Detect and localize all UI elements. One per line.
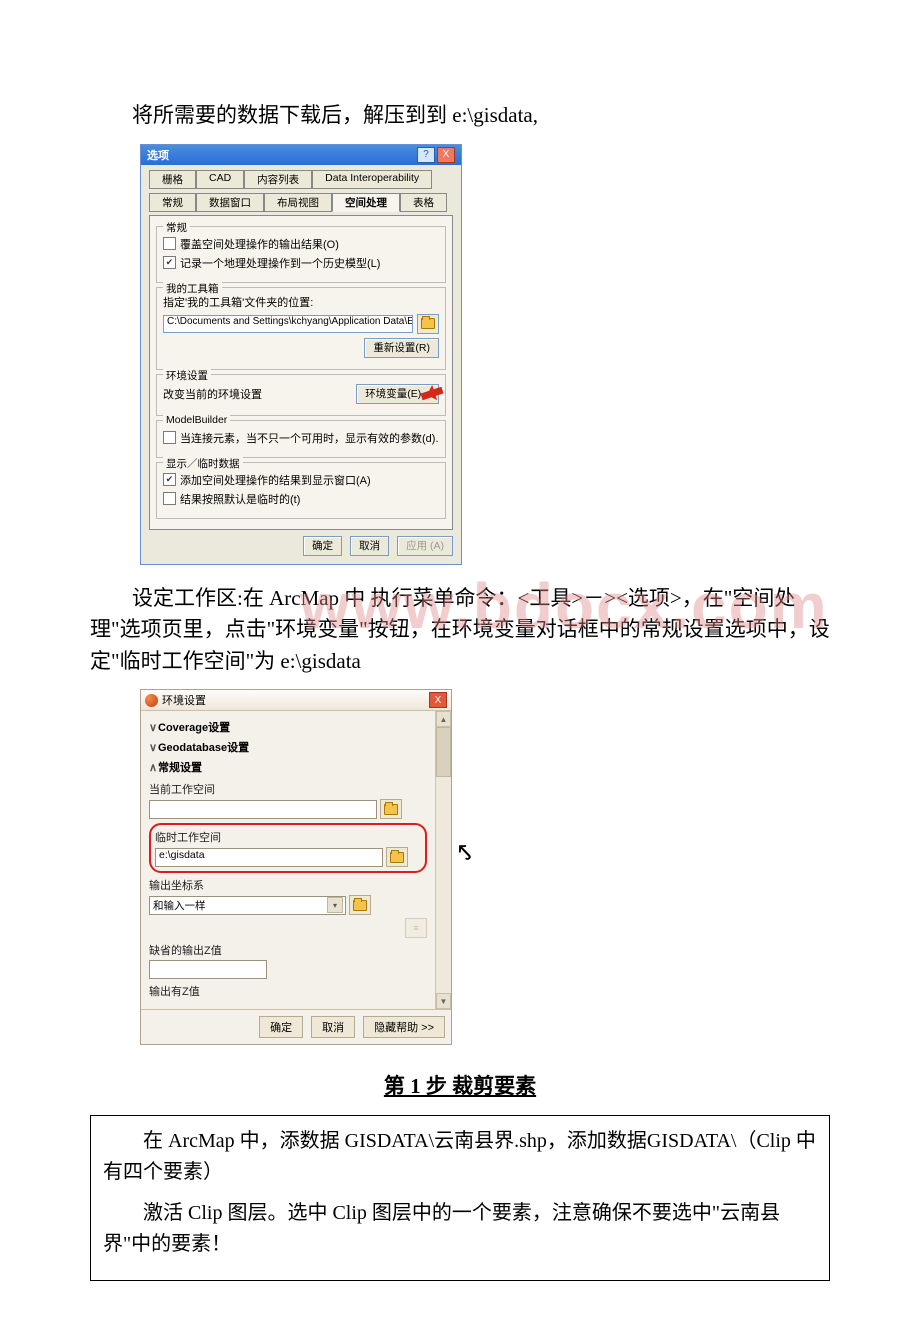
browse-coord-button[interactable] — [349, 895, 371, 915]
toolbox-path-input[interactable]: C:\Documents and Settings\kchyang\Applic… — [163, 315, 413, 333]
dialog2-buttons: 确定 取消 隐藏帮助 >> — [141, 1009, 451, 1044]
scroll-up-icon[interactable]: ▲ — [436, 711, 451, 727]
scroll-down-icon[interactable]: ▼ — [436, 993, 451, 1009]
reset-button[interactable]: 重新设置(R) — [364, 338, 439, 358]
scroll-track[interactable] — [436, 777, 451, 993]
chevron-up-icon: ∧ — [149, 761, 158, 774]
tab-cad[interactable]: CAD — [196, 170, 244, 189]
output-coord-select[interactable]: 和输入一样▾ — [149, 896, 346, 915]
label-output-coord: 输出坐标系 — [149, 877, 427, 893]
folder-icon — [384, 804, 398, 815]
browse-temp-button[interactable] — [386, 847, 408, 867]
folder-icon — [421, 318, 435, 329]
dialog1-titlebar: 选项 ? X — [141, 145, 461, 165]
box-paragraph-2: 激活 Clip 图层。选中 Clip 图层中的一个要素，注意确保不要选中"云南县… — [103, 1198, 817, 1260]
checkbox-add-display-label: 添加空间处理操作的结果到显示窗口(A) — [180, 472, 371, 488]
checkbox-overwrite[interactable] — [163, 237, 176, 250]
label-current-workspace: 当前工作空间 — [149, 781, 427, 797]
group-env-label: 环境设置 — [163, 368, 211, 383]
temp-workspace-input[interactable]: e:\gisdata — [155, 848, 383, 867]
tab-content-area: 常规 覆盖空间处理操作的输出结果(O) 记录一个地理处理操作到一个历史模型(L)… — [149, 215, 453, 530]
tab-tables[interactable]: 表格 — [400, 193, 447, 212]
browse-current-button[interactable] — [380, 799, 402, 819]
vertical-scrollbar[interactable]: ▲ ▼ — [435, 711, 451, 1009]
tab-layout[interactable]: 布局视图 — [264, 193, 332, 212]
temp-workspace-highlight: 临时工作空间 e:\gisdata — [149, 823, 427, 873]
instructions-box: 在 ArcMap 中，添数据 GISDATA\云南县界.shp，添加数据GISD… — [90, 1115, 830, 1281]
browse-folder-button[interactable] — [417, 314, 439, 334]
group-general: 常规 覆盖空间处理操作的输出结果(O) 记录一个地理处理操作到一个历史模型(L) — [156, 226, 446, 283]
coord-extra-button: ≡ — [405, 918, 427, 938]
tab-data-window[interactable]: 数据窗口 — [196, 193, 264, 212]
group-toolbox: 我的工具箱 指定'我的工具箱'文件夹的位置: C:\Documents and … — [156, 287, 446, 370]
checkbox-overwrite-label: 覆盖空间处理操作的输出结果(O) — [180, 236, 339, 252]
dialog2-title: 环境设置 — [162, 692, 206, 708]
close-icon[interactable]: X — [437, 147, 455, 163]
tab-interop[interactable]: Data Interoperability — [312, 170, 432, 189]
settings-panel: ∨Coverage设置 ∨Geodatabase设置 ∧常规设置 当前工作空间 … — [141, 711, 435, 1009]
ok-button[interactable]: 确定 — [259, 1016, 303, 1038]
checkbox-default-temp-label: 结果按照默认是临时的(t) — [180, 491, 300, 507]
folder-icon — [353, 900, 367, 911]
globe-icon — [145, 694, 158, 707]
group-temp: 显示／临时数据 添加空间处理操作的结果到显示窗口(A) 结果按照默认是临时的(t… — [156, 462, 446, 519]
tab-content[interactable]: 内容列表 — [244, 170, 312, 189]
group-env: 环境设置 改变当前的环境设置 环境变量(E)... — [156, 374, 446, 416]
folder-icon — [390, 852, 404, 863]
accordion-general[interactable]: ∧常规设置 — [149, 757, 427, 777]
dialog1-buttons: 确定 取消 应用 (A) — [149, 536, 453, 556]
hide-help-button[interactable]: 隐藏帮助 >> — [363, 1016, 445, 1038]
help-icon[interactable]: ? — [417, 147, 435, 163]
group-temp-label: 显示／临时数据 — [163, 456, 243, 471]
accordion-coverage[interactable]: ∨Coverage设置 — [149, 717, 427, 737]
group-modelbuilder-label: ModelBuilder — [163, 414, 230, 426]
cancel-button[interactable]: 取消 — [311, 1016, 355, 1038]
chevron-down-icon: ∨ — [149, 721, 158, 734]
annotation-bracket: ⤣ — [459, 840, 471, 866]
tab-general[interactable]: 常规 — [149, 193, 196, 212]
checkbox-log-history[interactable] — [163, 256, 176, 269]
label-has-z: 输出有Z值 — [149, 983, 427, 999]
cancel-button[interactable]: 取消 — [350, 536, 389, 556]
toolbox-hint: 指定'我的工具箱'文件夹的位置: — [163, 294, 439, 310]
step-title: 第 1 步 裁剪要素 — [90, 1071, 830, 1103]
ok-button[interactable]: 确定 — [303, 536, 342, 556]
checkbox-model-label: 当连接元素，当不只一个可用时，显示有效的参数(d). — [180, 430, 439, 446]
options-dialog: 选项 ? X 栅格 CAD 内容列表 Data Interoperability… — [140, 144, 462, 565]
tab-row-2: 常规 数据窗口 布局视图 空间处理 表格 — [149, 192, 453, 211]
environment-settings-dialog: 环境设置 X ∨Coverage设置 ∨Geodatabase设置 ∧常规设置 … — [140, 689, 452, 1045]
red-arrow-annotation — [421, 382, 461, 406]
chevron-down-icon: ▾ — [327, 897, 343, 913]
box-paragraph-1: 在 ArcMap 中，添数据 GISDATA\云南县界.shp，添加数据GISD… — [103, 1126, 817, 1188]
group-general-label: 常规 — [163, 220, 190, 235]
env-hint: 改变当前的环境设置 — [163, 386, 262, 402]
list-icon: ≡ — [413, 923, 418, 933]
paragraph-intro: 将所需要的数据下载后，解压到到 e:\gisdata, — [90, 100, 830, 132]
scroll-thumb[interactable] — [436, 727, 451, 777]
close-icon[interactable]: X — [429, 692, 447, 708]
label-temp-workspace: 临时工作空间 — [155, 829, 421, 845]
tab-raster[interactable]: 栅格 — [149, 170, 196, 189]
default-z-input[interactable] — [149, 960, 267, 979]
checkbox-add-display[interactable] — [163, 473, 176, 486]
checkbox-model[interactable] — [163, 431, 176, 444]
dialog1-title: 选项 — [147, 147, 169, 163]
dialog2-titlebar: 环境设置 X — [141, 690, 451, 711]
chevron-down-icon: ∨ — [149, 741, 158, 754]
group-toolbox-label: 我的工具箱 — [163, 281, 222, 296]
current-workspace-input[interactable] — [149, 800, 377, 819]
apply-button[interactable]: 应用 (A) — [397, 536, 453, 556]
label-default-z: 缺省的输出Z值 — [149, 942, 427, 958]
accordion-geodatabase[interactable]: ∨Geodatabase设置 — [149, 737, 427, 757]
tab-row-1: 栅格 CAD 内容列表 Data Interoperability — [149, 169, 453, 188]
paragraph-setup: 设定工作区:在 ArcMap 中 执行菜单命令：<工具>－><选项>，在"空间处… — [90, 583, 830, 678]
checkbox-log-history-label: 记录一个地理处理操作到一个历史模型(L) — [180, 255, 380, 271]
group-modelbuilder: ModelBuilder 当连接元素，当不只一个可用时，显示有效的参数(d). — [156, 420, 446, 458]
tab-geoprocessing[interactable]: 空间处理 — [332, 193, 400, 212]
checkbox-default-temp[interactable] — [163, 492, 176, 505]
